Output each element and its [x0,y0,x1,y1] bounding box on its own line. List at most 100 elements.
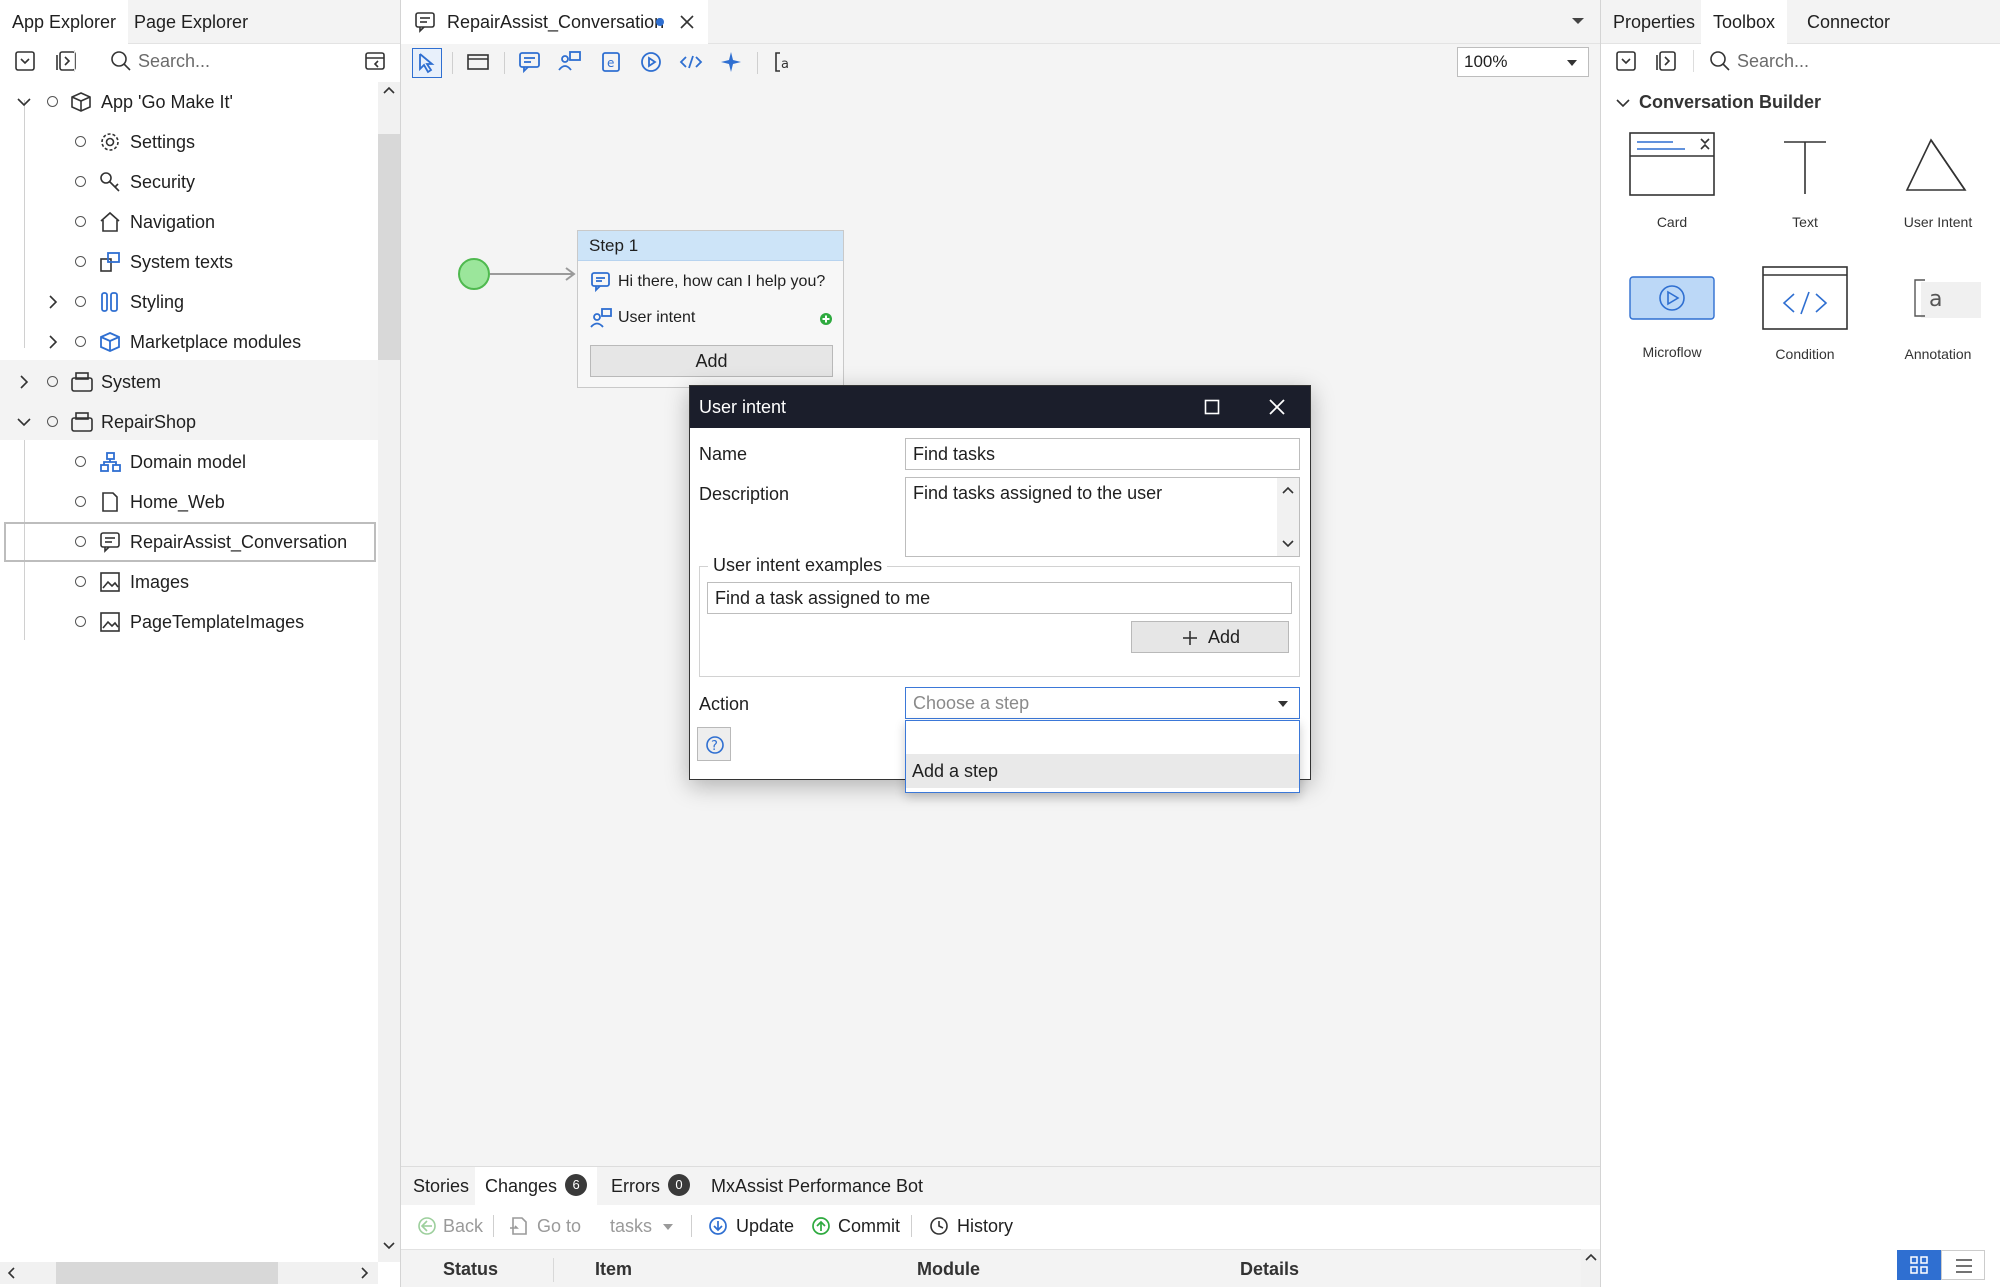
column-details[interactable]: Details [1240,1250,1299,1287]
start-node[interactable] [458,258,490,290]
section-conversation-builder[interactable]: Conversation Builder [1601,86,2000,120]
action-dropdown-list: Add a step [905,720,1300,793]
tree-item-domain-model[interactable]: Domain model [0,442,378,482]
step-intent-row[interactable]: User intent [590,305,833,331]
add-intent-icon[interactable] [819,312,833,326]
tab-connector[interactable]: Connector [1795,0,1902,44]
filter-icon[interactable] [364,50,386,72]
tool-text[interactable]: Text [1740,132,1870,230]
tree-item-navigation[interactable]: Navigation [0,202,378,242]
column-divider [553,1258,554,1282]
add-example-button[interactable]: Add [1131,621,1289,653]
dropdown-option-empty[interactable] [906,721,1299,754]
zoom-select[interactable]: 100% [1457,47,1589,77]
help-button[interactable]: ? [697,727,731,761]
chevron-down-icon[interactable] [16,94,32,110]
description-scrollbar[interactable] [1277,478,1299,556]
step-add-button[interactable]: Add [590,345,833,377]
tool-user-intent[interactable]: User Intent [1873,132,2000,230]
module-icon [70,411,94,433]
tree-item-home-web[interactable]: Home_Web [0,482,378,522]
collapse-all-icon[interactable] [14,50,36,72]
scroll-left-icon[interactable] [4,1265,20,1281]
dropdown-option-add-step[interactable]: Add a step [906,754,1299,788]
tree-item-images[interactable]: Images [0,562,378,602]
document-tab[interactable]: RepairAssist_Conversation [401,0,708,44]
tab-properties[interactable]: Properties [1601,0,1707,44]
add-example-label: Add [1208,627,1241,647]
text-tool-icon[interactable]: e [597,48,627,78]
plus-icon [1182,630,1198,646]
message-tool-icon[interactable] [516,48,546,78]
tab-changes[interactable]: Changes 6 [475,1167,598,1205]
tab-mxassist-performance-bot[interactable]: MxAssist Performance Bot [701,1167,933,1205]
tree-item-settings[interactable]: Settings [0,122,378,162]
condition-tool-icon[interactable] [677,48,707,78]
column-module[interactable]: Module [917,1250,980,1287]
tool-annotation[interactable]: a Annotation [1873,266,2000,362]
condition-icon [1762,266,1848,330]
expand-all-icon[interactable] [1655,50,1677,72]
action-select[interactable]: Choose a step [905,687,1300,719]
chevron-right-icon[interactable] [16,374,32,390]
name-input[interactable]: Find tasks [905,438,1300,470]
status-dot [75,456,86,467]
tab-stories[interactable]: Stories [403,1167,479,1205]
toolbar-divider [74,50,75,72]
errors-count-badge: 0 [668,1174,690,1197]
chevron-right-icon[interactable] [45,334,61,350]
column-status[interactable]: Status [443,1250,498,1287]
card-tool-icon[interactable] [464,48,494,78]
tree-item-page-template-images[interactable]: PageTemplateImages [0,602,378,642]
select-tool-icon[interactable] [412,48,442,78]
example-input[interactable]: Find a task assigned to me [707,582,1292,614]
tree-item-system[interactable]: System [0,362,378,402]
tree-item-system-texts[interactable]: System texts [0,242,378,282]
list-view-toggle[interactable] [1941,1250,1985,1280]
tab-overflow-icon[interactable] [1571,16,1585,26]
scrollbar-thumb[interactable] [56,1262,278,1284]
ai-sparkle-icon[interactable] [717,48,747,78]
scrollbar-thumb[interactable] [378,134,400,360]
scroll-right-icon[interactable] [356,1265,372,1281]
scroll-down-icon[interactable] [378,1238,400,1254]
toolbox-search-input[interactable]: Search... [1737,51,1809,72]
microflow-tool-icon[interactable] [637,48,667,78]
scroll-up-icon[interactable] [378,82,400,98]
explorer-search-input[interactable]: Search... [138,51,210,72]
close-icon[interactable] [679,14,695,30]
tree-item-repairassist-conversation[interactable]: RepairAssist_Conversation [4,522,376,562]
unsaved-dot [656,18,664,26]
collapse-all-icon[interactable] [1615,50,1637,72]
tree-item-marketplace[interactable]: Marketplace modules [0,322,378,362]
tree-item-security[interactable]: Security [0,162,378,202]
maximize-icon[interactable] [1204,399,1220,415]
tab-errors[interactable]: Errors 0 [601,1167,700,1205]
description-textarea[interactable]: Find tasks assigned to the user [905,477,1300,557]
status-dot [47,96,58,107]
tab-toolbox[interactable]: Toolbox [1701,0,1788,44]
step-card[interactable]: Step 1 Hi there, how can I help you? Use… [577,230,844,388]
table-scrollbar[interactable] [1581,1249,1600,1287]
chevron-down-icon[interactable] [16,414,32,430]
tool-condition[interactable]: Condition [1740,266,1870,362]
tool-card[interactable]: Card [1607,132,1737,230]
user-intent-tool-icon[interactable] [556,48,586,78]
tree-item-app[interactable]: App 'Go Make It' [0,82,378,122]
cube-icon [70,91,92,113]
tree-item-label: Styling [130,292,185,312]
annotation-tool-icon[interactable]: a [770,48,800,78]
tool-microflow[interactable]: Microflow [1607,266,1737,360]
chevron-right-icon[interactable] [45,294,61,310]
vertical-scrollbar[interactable] [378,82,400,1262]
tab-app-explorer[interactable]: App Explorer [0,0,129,44]
tree-item-styling[interactable]: Styling [0,282,378,322]
tree-item-repairshop[interactable]: RepairShop [0,402,378,442]
close-icon[interactable] [1269,399,1285,415]
tab-label: MxAssist Performance Bot [711,1176,924,1196]
tab-page-explorer[interactable]: Page Explorer [122,0,260,44]
column-item[interactable]: Item [595,1250,632,1287]
dialog-title-bar: User intent [690,386,1310,428]
grid-view-toggle[interactable] [1897,1250,1941,1280]
horizontal-scrollbar[interactable] [0,1262,378,1284]
